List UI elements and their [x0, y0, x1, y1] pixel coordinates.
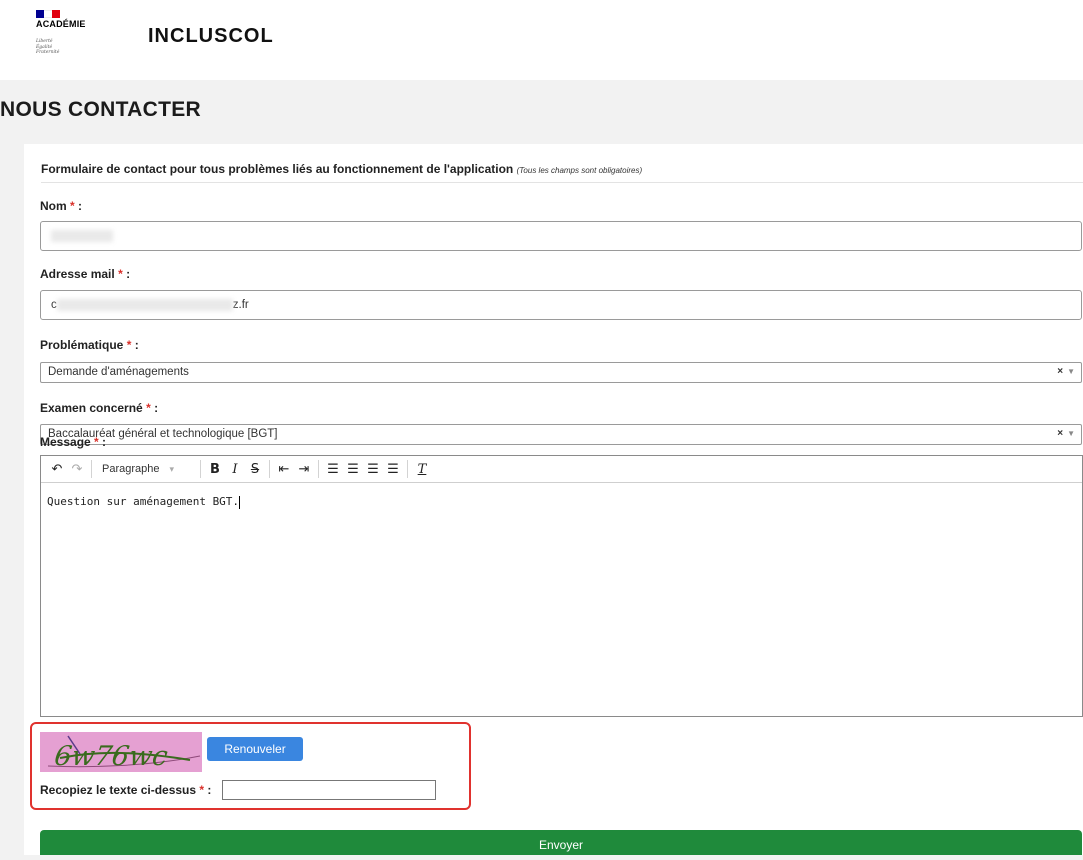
- redo-icon[interactable]: ↷: [67, 462, 87, 477]
- nom-label: Nom * :: [40, 199, 83, 213]
- email-label: Adresse mail * :: [40, 267, 131, 281]
- chevron-down-icon[interactable]: ▼: [1067, 429, 1075, 438]
- message-content[interactable]: Question sur aménagement BGT.: [41, 483, 1082, 521]
- undo-icon[interactable]: ↶: [47, 462, 67, 477]
- page-title: NOUS CONTACTER: [0, 98, 201, 121]
- align-justify-icon[interactable]: ☰: [383, 462, 403, 477]
- align-right-icon[interactable]: ☰: [363, 462, 383, 477]
- clear-format-icon[interactable]: T: [412, 462, 432, 477]
- contact-form: Formulaire de contact pour tous problème…: [24, 144, 1083, 855]
- outdent-icon[interactable]: ⇤: [274, 462, 294, 477]
- redacted-value: [56, 299, 233, 311]
- submit-button[interactable]: Envoyer: [40, 830, 1082, 855]
- bold-icon[interactable]: B: [205, 462, 225, 477]
- strikethrough-icon[interactable]: S: [245, 462, 265, 477]
- indent-icon[interactable]: ⇥: [294, 462, 314, 477]
- captcha-input-label: Recopiez le texte ci-dessus * :: [40, 783, 212, 797]
- italic-icon[interactable]: I: [225, 462, 245, 477]
- message-editor[interactable]: ↶ ↷ Paragraphe ▾ B I S ⇤ ⇥ ☰ ☰ ☰ ☰ T Ques…: [40, 455, 1083, 717]
- format-select[interactable]: Paragraphe ▾: [96, 463, 196, 475]
- app-title[interactable]: INCLUSCOL: [148, 25, 274, 48]
- chevron-down-icon[interactable]: ▼: [1067, 367, 1075, 376]
- form-heading-note: (Tous les champs sont obligatoires): [516, 166, 643, 175]
- renew-captcha-button[interactable]: Renouveler: [207, 737, 303, 761]
- examen-label: Examen concerné * :: [40, 401, 159, 415]
- captcha-input[interactable]: [222, 780, 436, 800]
- nom-input[interactable]: [40, 221, 1082, 251]
- required-marker: *: [70, 199, 75, 213]
- clear-icon[interactable]: ×: [1057, 366, 1063, 377]
- message-label-text: Message * :: [40, 435, 107, 449]
- captcha-image: 6w76wc: [40, 732, 202, 772]
- align-left-icon[interactable]: ☰: [323, 462, 343, 477]
- academie-logo[interactable]: ACADÉMIE Liberté Égalité Fraternité: [36, 10, 116, 70]
- form-heading: Formulaire de contact pour tous problème…: [41, 162, 1083, 183]
- flag-icon: [36, 10, 60, 18]
- email-input[interactable]: c z.fr: [40, 290, 1082, 320]
- clear-icon[interactable]: ×: [1057, 428, 1063, 439]
- editor-toolbar: ↶ ↷ Paragraphe ▾ B I S ⇤ ⇥ ☰ ☰ ☰ ☰ T: [41, 456, 1082, 483]
- logo-motto: Liberté Égalité Fraternité: [36, 39, 60, 55]
- site-header: ACADÉMIE Liberté Égalité Fraternité INCL…: [0, 0, 1083, 80]
- problematique-select[interactable]: Demande d'aménagements × ▼: [40, 362, 1082, 383]
- problematique-label: Problématique * :: [40, 338, 139, 352]
- align-center-icon[interactable]: ☰: [343, 462, 363, 477]
- examen-select[interactable]: Baccalauréat général et technologique [B…: [40, 424, 1082, 445]
- logo-text: ACADÉMIE: [36, 19, 86, 29]
- redacted-value: [51, 230, 113, 242]
